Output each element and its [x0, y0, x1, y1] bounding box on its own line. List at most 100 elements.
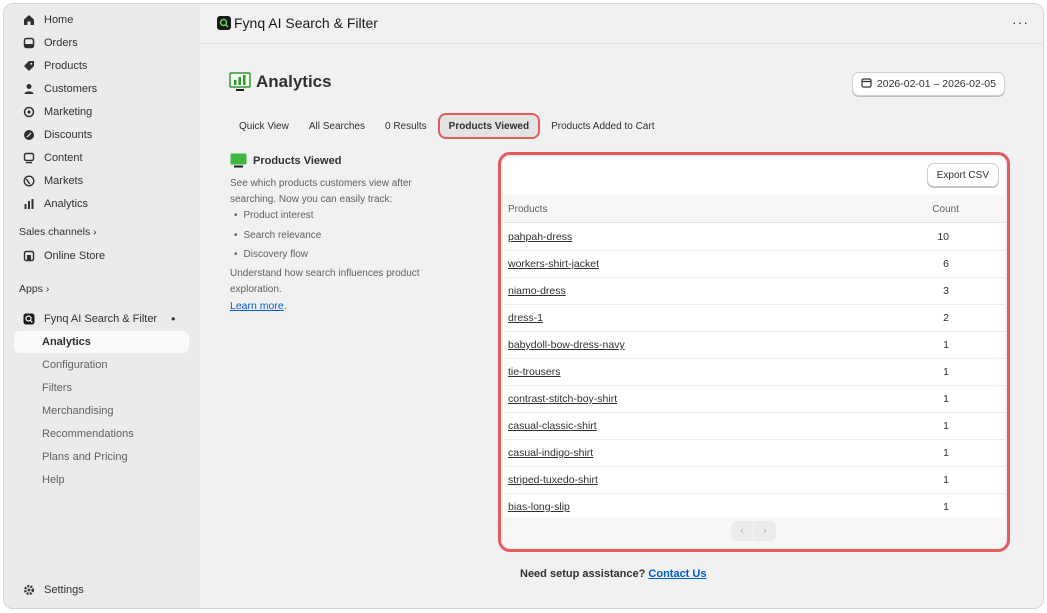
sidebar-item-products[interactable]: Products	[14, 55, 189, 77]
sidebar-item-label: Customers	[44, 83, 98, 95]
globe-icon	[21, 173, 37, 189]
view-count: 10	[937, 231, 949, 243]
product-link[interactable]: dress-1	[508, 312, 543, 324]
sales-channels-header[interactable]: Sales channels ›	[19, 226, 97, 238]
sidebar-sub-label: Plans and Pricing	[42, 451, 128, 463]
previous-page-button[interactable]: ‹	[731, 521, 753, 541]
sidebar-item-home[interactable]: Home	[14, 9, 189, 31]
sidebar-sub-analytics[interactable]: Analytics	[14, 331, 189, 353]
sidebar-item-customers[interactable]: Customers	[14, 78, 189, 100]
sidebar-item-label: Fynq AI Search & Filter	[44, 313, 158, 325]
product-link[interactable]: niamo-dress	[508, 285, 566, 297]
view-count: 1	[943, 339, 949, 351]
more-actions-button[interactable]: ···	[1012, 14, 1029, 30]
product-link[interactable]: casual-indigo-shirt	[508, 447, 593, 459]
column-header-products: Products	[508, 204, 548, 215]
view-count: 1	[943, 474, 949, 486]
sidebar-sub-label: Configuration	[42, 359, 108, 371]
learn-more-link[interactable]: Learn more	[230, 300, 284, 312]
sidebar-item-label: Markets	[44, 175, 84, 187]
table-row: contrast-stitch-boy-shirt 1	[503, 386, 1005, 413]
sidebar-sub-label: Help	[42, 474, 65, 486]
app-window: Home Orders Products Customers Marketing…	[3, 3, 1044, 609]
sidebar-sub-merchandising[interactable]: Merchandising	[14, 400, 189, 422]
sidebar-sub-help[interactable]: Help	[14, 469, 189, 491]
table-row: casual-classic-shirt 1	[503, 413, 1005, 440]
monitor-icon	[230, 153, 247, 168]
sidebar-item-orders[interactable]: Orders	[14, 32, 189, 54]
info-bullet: Search relevance	[234, 228, 322, 248]
sidebar-sub-label: Analytics	[42, 336, 91, 348]
orders-icon	[21, 35, 37, 51]
sidebar-item-app[interactable]: Fynq AI Search & Filter •	[14, 308, 189, 330]
target-icon	[21, 104, 37, 120]
contact-us-link[interactable]: Contact Us	[648, 568, 706, 580]
info-bullet: Discovery flow	[234, 247, 321, 267]
app-status-dot: •	[171, 312, 176, 326]
page-title: Analytics	[256, 72, 332, 91]
product-link[interactable]: babydoll-bow-dress-navy	[508, 339, 625, 351]
sidebar-sub-recommendations[interactable]: Recommendations	[14, 423, 189, 445]
sidebar-item-label: Content	[44, 152, 83, 164]
sidebar-sub-label: Filters	[42, 382, 72, 394]
product-link[interactable]: casual-classic-shirt	[508, 420, 597, 432]
sidebar: Home Orders Products Customers Marketing…	[4, 4, 200, 608]
sidebar-item-discounts[interactable]: Discounts	[14, 124, 189, 146]
tab-bar: Quick View All Searches 0 Results Produc…	[230, 112, 665, 140]
product-link[interactable]: bias-long-slip	[508, 501, 570, 513]
sidebar-item-label: Settings	[44, 584, 84, 596]
app-logo-icon	[217, 16, 231, 30]
sidebar-sub-filters[interactable]: Filters	[14, 377, 189, 399]
product-link[interactable]: pahpah-dress	[508, 231, 572, 243]
view-count: 1	[943, 393, 949, 405]
store-icon	[21, 248, 37, 264]
sidebar-item-label: Orders	[44, 37, 78, 49]
product-link[interactable]: workers-shirt-jacket	[508, 258, 599, 270]
learn-more-suffix: .	[283, 300, 287, 312]
next-page-button[interactable]: ›	[754, 521, 776, 541]
tab-products-added-to-cart[interactable]: Products Added to Cart	[542, 113, 663, 139]
learn-more-text: Learn more.	[230, 300, 287, 312]
view-count: 1	[943, 366, 949, 378]
sidebar-item-settings[interactable]: Settings	[14, 579, 189, 601]
setup-assistance-text: Need setup assistance?	[520, 568, 646, 580]
product-link[interactable]: striped-tuxedo-shirt	[508, 474, 598, 486]
home-icon	[21, 12, 37, 28]
tab-quick-view[interactable]: Quick View	[230, 113, 298, 139]
app-title: Fynq AI Search & Filter	[234, 15, 378, 31]
table-row: workers-shirt-jacket 6	[503, 251, 1005, 278]
info-title: Products Viewed	[253, 155, 342, 167]
sidebar-item-markets[interactable]: Markets	[14, 170, 189, 192]
table-row: striped-tuxedo-shirt 1	[503, 467, 1005, 494]
discount-icon	[21, 127, 37, 143]
table-row: casual-indigo-shirt 1	[503, 440, 1005, 467]
product-link[interactable]: contrast-stitch-boy-shirt	[508, 393, 617, 405]
content-icon	[21, 150, 37, 166]
person-icon	[21, 81, 37, 97]
app-logo-icon	[21, 311, 37, 327]
product-link[interactable]: tie-trousers	[508, 366, 561, 378]
pagination: ‹ ›	[731, 521, 776, 541]
tab-zero-results[interactable]: 0 Results	[376, 113, 436, 139]
apps-header[interactable]: Apps ›	[19, 283, 49, 295]
sidebar-item-content[interactable]: Content	[14, 147, 189, 169]
sidebar-item-label: Analytics	[44, 198, 89, 210]
sidebar-sub-configuration[interactable]: Configuration	[14, 354, 189, 376]
date-range-label: 2026-02-01 – 2026-02-05	[876, 78, 996, 90]
sidebar-item-label: Products	[44, 60, 88, 72]
export-csv-button[interactable]: Export CSV	[926, 163, 999, 187]
table-row: tie-trousers 1	[503, 359, 1005, 386]
sidebar-item-marketing[interactable]: Marketing	[14, 101, 189, 123]
sidebar-item-online-store[interactable]: Online Store	[14, 245, 189, 267]
date-range-picker[interactable]: 2026-02-01 – 2026-02-05	[851, 72, 1005, 96]
sidebar-item-label: Home	[44, 14, 74, 26]
sidebar-sub-label: Merchandising	[42, 405, 114, 417]
tab-all-searches[interactable]: All Searches	[300, 113, 374, 139]
view-count: 2	[943, 312, 949, 324]
sidebar-item-label: Marketing	[44, 106, 93, 118]
sidebar-sub-plans-pricing[interactable]: Plans and Pricing	[14, 446, 189, 468]
view-count: 6	[943, 258, 949, 270]
table-row: niamo-dress 3	[503, 278, 1005, 305]
sidebar-item-analytics[interactable]: Analytics	[14, 193, 189, 215]
tab-products-viewed[interactable]: Products Viewed	[437, 113, 541, 139]
